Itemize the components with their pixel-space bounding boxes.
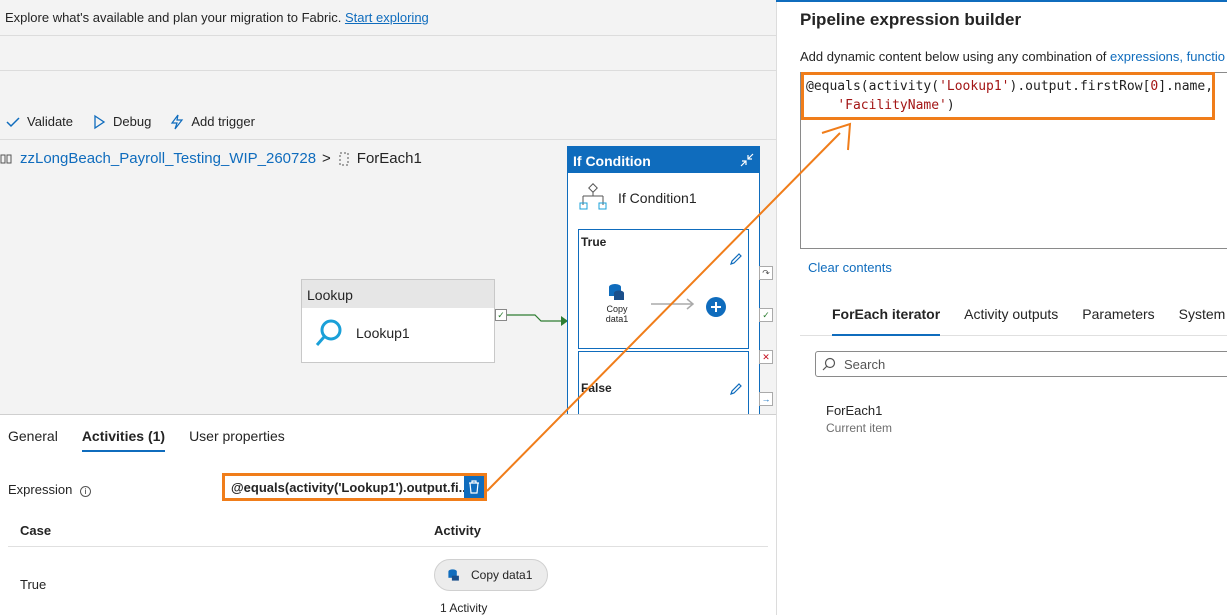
tab-activity-outputs[interactable]: Activity outputs xyxy=(964,306,1058,335)
add-trigger-button[interactable]: Add trigger xyxy=(169,114,255,130)
clear-contents-link[interactable]: Clear contents xyxy=(808,260,892,275)
panel-top-accent xyxy=(776,0,1227,2)
properties-panel: General Activities (1) User properties E… xyxy=(0,414,776,615)
expression-label: Expression xyxy=(8,482,73,497)
failure-port-icon[interactable]: ✕ xyxy=(759,350,773,364)
pipeline-editor-pane: Explore what's available and plan your m… xyxy=(0,0,776,615)
add-trigger-label: Add trigger xyxy=(191,114,255,129)
builder-subtitle: Add dynamic content below using any comb… xyxy=(800,49,1225,64)
copy-data-activity[interactable]: Copy data1 xyxy=(601,282,633,324)
foreach-icon xyxy=(339,152,349,165)
success-port[interactable]: ✓ xyxy=(495,309,507,321)
info-icon: i xyxy=(79,486,91,497)
success-port-icon[interactable]: ✓ xyxy=(759,308,773,322)
tab-activities[interactable]: Activities (1) xyxy=(81,428,166,452)
pencil-icon[interactable] xyxy=(729,382,743,396)
pipeline-toolbar: Validate Debug Add trigger xyxy=(0,104,776,140)
true-branch[interactable]: True Copy data1 xyxy=(578,229,749,349)
code-fn-2: ).output.firstRow[ xyxy=(1009,79,1151,94)
arrow-icon xyxy=(651,298,695,310)
code-fn-3: ].name, xyxy=(1158,79,1214,94)
pipeline-icon xyxy=(0,154,12,163)
search-icon xyxy=(822,357,836,371)
activity-chip-label: Copy data1 xyxy=(471,568,533,582)
database-icon xyxy=(609,284,624,300)
breadcrumb: zzLongBeach_Payroll_Testing_WIP_260728 >… xyxy=(0,150,422,167)
start-exploring-link[interactable]: Start exploring xyxy=(345,10,429,25)
tab-general[interactable]: General xyxy=(8,428,58,444)
migration-banner: Explore what's available and plan your m… xyxy=(0,0,776,36)
expression-field[interactable]: @equals(activity('Lookup1').output.fi... xyxy=(222,473,487,501)
expression-label-row: Expression i xyxy=(8,482,91,497)
banner-text: Explore what's available and plan your m… xyxy=(5,10,342,25)
iterator-item-subtitle: Current item xyxy=(826,421,893,435)
completion-port-icon[interactable]: → xyxy=(759,392,773,406)
builder-tabs: ForEach iterator Activity outputs Parame… xyxy=(800,306,1227,336)
tab-user-properties[interactable]: User properties xyxy=(189,428,285,444)
copy-data-label-2: data1 xyxy=(605,314,629,324)
copy-data-label-1: Copy xyxy=(606,304,628,314)
lightning-icon xyxy=(171,114,184,129)
tab-foreach-iterator[interactable]: ForEach iterator xyxy=(832,306,941,336)
expression-builder-panel: Pipeline expression builder Add dynamic … xyxy=(776,0,1227,615)
false-branch-label: False xyxy=(581,381,612,395)
lookup-activity-header: Lookup xyxy=(302,280,494,308)
expressions-link[interactable]: expressions, functio xyxy=(1110,49,1225,64)
if-condition-name: If Condition1 xyxy=(618,190,697,206)
true-branch-label: True xyxy=(581,235,607,249)
tab-system-variables[interactable]: System va xyxy=(1179,306,1227,335)
debug-label: Debug xyxy=(113,114,152,129)
cases-table-header: Case Activity xyxy=(8,513,768,547)
activity-chip[interactable]: Copy data1 xyxy=(434,559,548,591)
lookup-activity[interactable]: Lookup Lookup1 xyxy=(301,279,495,363)
validate-label: Validate xyxy=(27,114,74,129)
code-close: ) xyxy=(946,98,955,113)
search-input[interactable]: Search xyxy=(815,351,1227,377)
add-activity-icon[interactable] xyxy=(706,297,726,317)
col-activity: Activity xyxy=(434,523,481,538)
code-fn-1: @equals(activity( xyxy=(806,79,940,94)
iterator-item-title[interactable]: ForEach1 xyxy=(826,403,882,418)
play-icon xyxy=(94,114,106,129)
activity-count: 1 Activity xyxy=(440,601,488,615)
builder-subtitle-text: Add dynamic content below using any comb… xyxy=(800,49,1107,64)
lookup-activity-name: Lookup1 xyxy=(356,325,410,341)
skip-port-icon[interactable]: ↷ xyxy=(759,266,773,280)
breadcrumb-current: ForEach1 xyxy=(356,150,422,167)
tab-parameters[interactable]: Parameters xyxy=(1082,306,1154,335)
success-connector xyxy=(507,314,568,326)
search-placeholder: Search xyxy=(844,356,886,372)
search-icon xyxy=(315,319,342,346)
pencil-icon[interactable] xyxy=(729,252,743,266)
false-branch[interactable]: False xyxy=(578,351,749,421)
code-str-facility: 'FacilityName' xyxy=(837,98,947,113)
if-condition-icon xyxy=(579,183,607,210)
if-condition-header: If Condition xyxy=(573,153,651,169)
col-case: Case xyxy=(20,523,52,538)
code-str-lookup: 'Lookup1' xyxy=(939,79,1010,94)
if-condition-activity[interactable]: If Condition If Condition1 True Copy dat… xyxy=(567,146,760,421)
delete-icon[interactable] xyxy=(464,476,484,498)
validate-button[interactable]: Validate xyxy=(5,114,73,130)
toolbar-band xyxy=(0,36,776,71)
builder-title: Pipeline expression builder xyxy=(800,10,1022,29)
expression-code[interactable]: @equals(activity('Lookup1').output.first… xyxy=(806,77,1213,115)
case-value: True xyxy=(20,577,47,592)
check-icon xyxy=(6,116,20,127)
database-icon xyxy=(448,569,459,581)
collapse-icon[interactable] xyxy=(740,153,754,167)
expression-value: @equals(activity('Lookup1').output.fi... xyxy=(231,479,464,495)
debug-button[interactable]: Debug xyxy=(91,114,151,130)
breadcrumb-separator: > xyxy=(322,150,331,167)
breadcrumb-pipeline-link[interactable]: zzLongBeach_Payroll_Testing_WIP_260728 xyxy=(20,150,316,167)
